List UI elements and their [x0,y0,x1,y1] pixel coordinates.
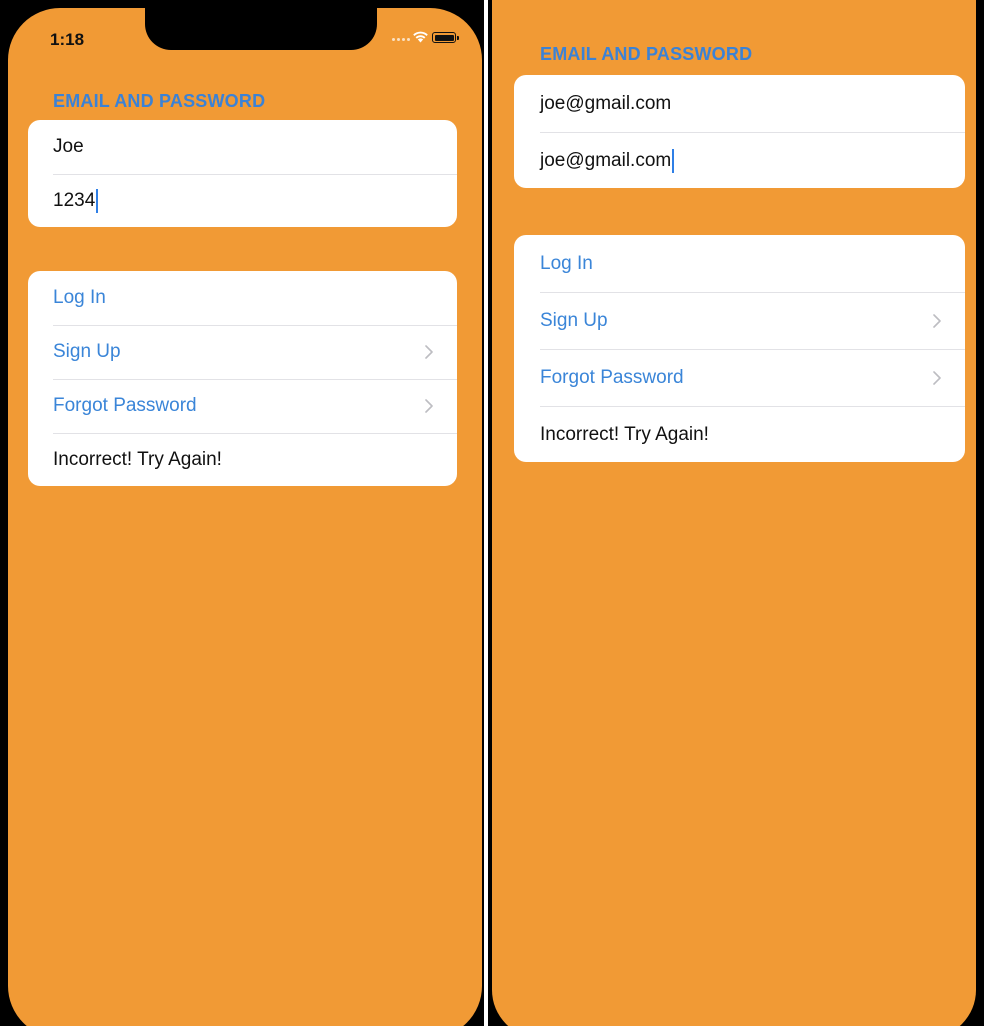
login-label: Log In [540,252,593,274]
battery-icon [432,32,459,43]
text-cursor [672,148,675,173]
section-header: EMAIL AND PASSWORD [53,91,266,111]
right-screen: EMAIL AND PASSWORD joe@gmail.com joe@gma… [492,0,976,1026]
notch [145,8,377,50]
status-bar: 1:18 [8,8,482,58]
password-field[interactable]: 1234 [28,174,457,227]
email-field[interactable]: joe@gmail.com [514,75,965,132]
chevron-right-icon [933,370,941,385]
login-button[interactable]: Log In [514,235,965,292]
error-message: Incorrect! Try Again! [540,423,709,445]
credentials-card: joe@gmail.com joe@gmail.com [514,75,965,188]
email-value: Joe [53,136,84,157]
status-time: 1:18 [50,30,85,49]
wifi-icon [413,31,428,43]
credentials-card: Joe 1234 [28,120,457,227]
password-field[interactable]: joe@gmail.com [514,132,965,188]
signup-row[interactable]: Sign Up [514,292,965,349]
text-cursor [96,189,99,213]
signup-label: Sign Up [540,309,608,331]
signup-row[interactable]: Sign Up [28,325,457,379]
email-value: joe@gmail.com [540,92,672,114]
left-screen: 1:18 EMAIL AND PASSWORD Joe 1234 Log In … [8,8,482,1026]
password-value: 1234 [53,190,96,211]
error-message-row: Incorrect! Try Again! [514,406,965,462]
login-button[interactable]: Log In [28,271,457,325]
login-label: Log In [53,287,106,308]
forgot-password-label: Forgot Password [53,395,197,416]
email-field[interactable]: Joe [28,120,457,174]
actions-card: Log In Sign Up Forgot Password Incorrect… [514,235,965,462]
left-phone-frame: 1:18 EMAIL AND PASSWORD Joe 1234 Log In … [0,0,484,1026]
forgot-password-label: Forgot Password [540,366,684,388]
right-phone-frame: EMAIL AND PASSWORD joe@gmail.com joe@gma… [488,0,984,1026]
actions-card: Log In Sign Up Forgot Password Incorrect… [28,271,457,486]
chevron-right-icon [425,345,433,359]
forgot-password-row[interactable]: Forgot Password [28,379,457,433]
signup-label: Sign Up [53,341,121,362]
forgot-password-row[interactable]: Forgot Password [514,349,965,406]
password-value: joe@gmail.com [540,149,672,171]
chevron-right-icon [933,313,941,328]
chevron-right-icon [425,399,433,413]
section-header: EMAIL AND PASSWORD [540,44,753,64]
error-message-row: Incorrect! Try Again! [28,433,457,486]
signal-dots-icon [392,38,410,41]
error-message: Incorrect! Try Again! [53,449,222,470]
